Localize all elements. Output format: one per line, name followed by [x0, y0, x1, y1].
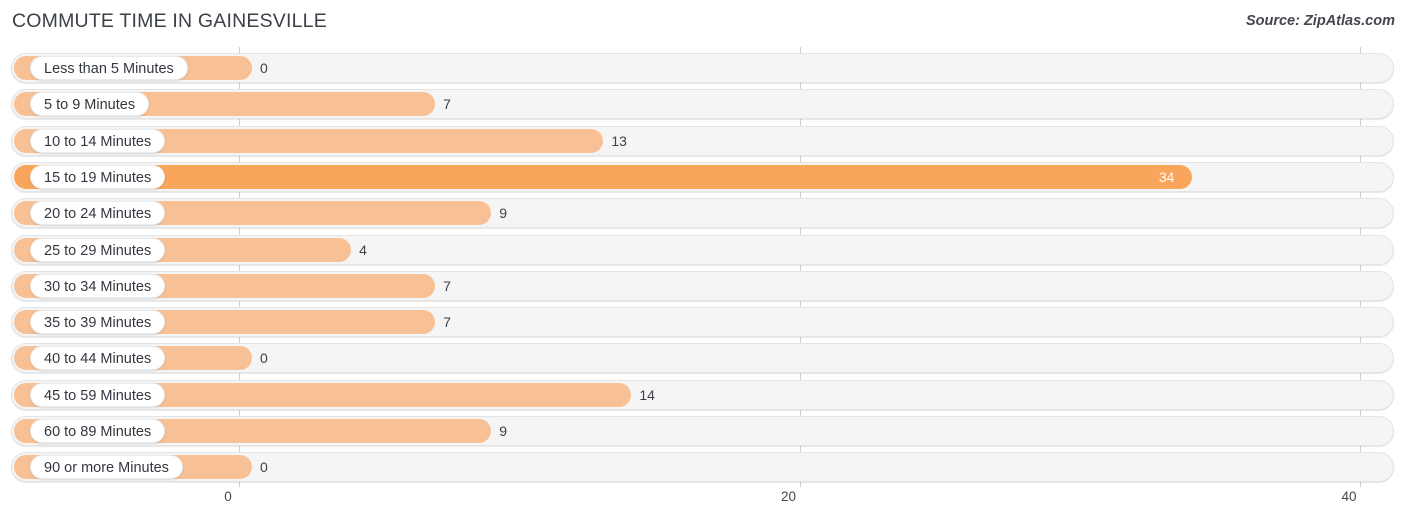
bar-value-label: 13: [611, 132, 627, 149]
bar-category-label: 60 to 89 Minutes: [30, 419, 166, 443]
bar-row[interactable]: 90 or more Minutes 0: [11, 452, 1394, 483]
bar-category-label: Less than 5 Minutes: [30, 56, 188, 80]
bar-row[interactable]: 10 to 14 Minutes 13: [11, 125, 1394, 156]
bar-row[interactable]: 40 to 44 Minutes 0: [11, 343, 1394, 374]
bar-value-label: 9: [499, 205, 508, 222]
chart-container: COMMUTE TIME IN GAINESVILLE Source: ZipA…: [0, 0, 1406, 524]
bar-category-label: 90 or more Minutes: [30, 455, 183, 480]
bar-value-label: 0: [260, 350, 268, 367]
x-axis: 0 20 40: [0, 487, 1406, 524]
bar-value-label: 0: [260, 459, 268, 476]
bar-category-label: 35 to 39 Minutes: [30, 310, 166, 335]
bar-row[interactable]: 60 to 89 Minutes 9: [11, 416, 1394, 446]
page-title: COMMUTE TIME IN GAINESVILLE: [12, 10, 327, 32]
bar-category-label: 20 to 24 Minutes: [30, 201, 166, 226]
bar-row[interactable]: 5 to 9 Minutes 7: [11, 89, 1394, 120]
bar-value-label: 0: [260, 60, 268, 76]
plot-area: Less than 5 Minutes 0 5 to 9 Minutes 7 10 to…: [0, 47, 1406, 487]
bar-category-label: 5 to 9 Minutes: [30, 92, 150, 117]
bar-row[interactable]: 25 to 29 Minutes 4: [11, 234, 1394, 265]
bar-category-label: 10 to 14 Minutes: [30, 128, 166, 153]
bar-value-label: 7: [443, 314, 451, 331]
bar-row[interactable]: 35 to 39 Minutes 7: [11, 307, 1394, 338]
bar-row[interactable]: 30 to 34 Minutes 7: [11, 270, 1394, 301]
x-axis-tick-label: 0: [224, 489, 232, 504]
bar-value-label: 14: [639, 386, 655, 403]
bar-value-label: 7: [443, 96, 451, 113]
x-axis-tick-label: 20: [780, 489, 797, 504]
bar-row[interactable]: 45 to 59 Minutes 14: [11, 379, 1394, 410]
bar-category-label: 25 to 29 Minutes: [30, 237, 166, 262]
bar-row[interactable]: 20 to 24 Minutes 9: [11, 198, 1394, 229]
x-axis-tick-label: 40: [1341, 489, 1357, 504]
source-attribution: Source: ZipAtlas.com: [1245, 13, 1395, 29]
bar-value-label: 4: [359, 241, 367, 258]
bar-row[interactable]: 15 to 19 Minutes 34: [11, 161, 1394, 192]
bar-value-label: 7: [443, 277, 451, 294]
bar-category-label: 40 to 44 Minutes: [30, 346, 166, 371]
bar-fill: [14, 164, 1192, 189]
bar-value-label: 34: [1158, 168, 1175, 185]
bar-category-label: 15 to 19 Minutes: [30, 164, 166, 189]
bar-category-label: 30 to 34 Minutes: [30, 273, 166, 298]
bar-value-label: 9: [499, 423, 508, 439]
bar-category-label: 45 to 59 Minutes: [30, 382, 166, 407]
bar-row[interactable]: Less than 5 Minutes 0: [11, 53, 1394, 83]
